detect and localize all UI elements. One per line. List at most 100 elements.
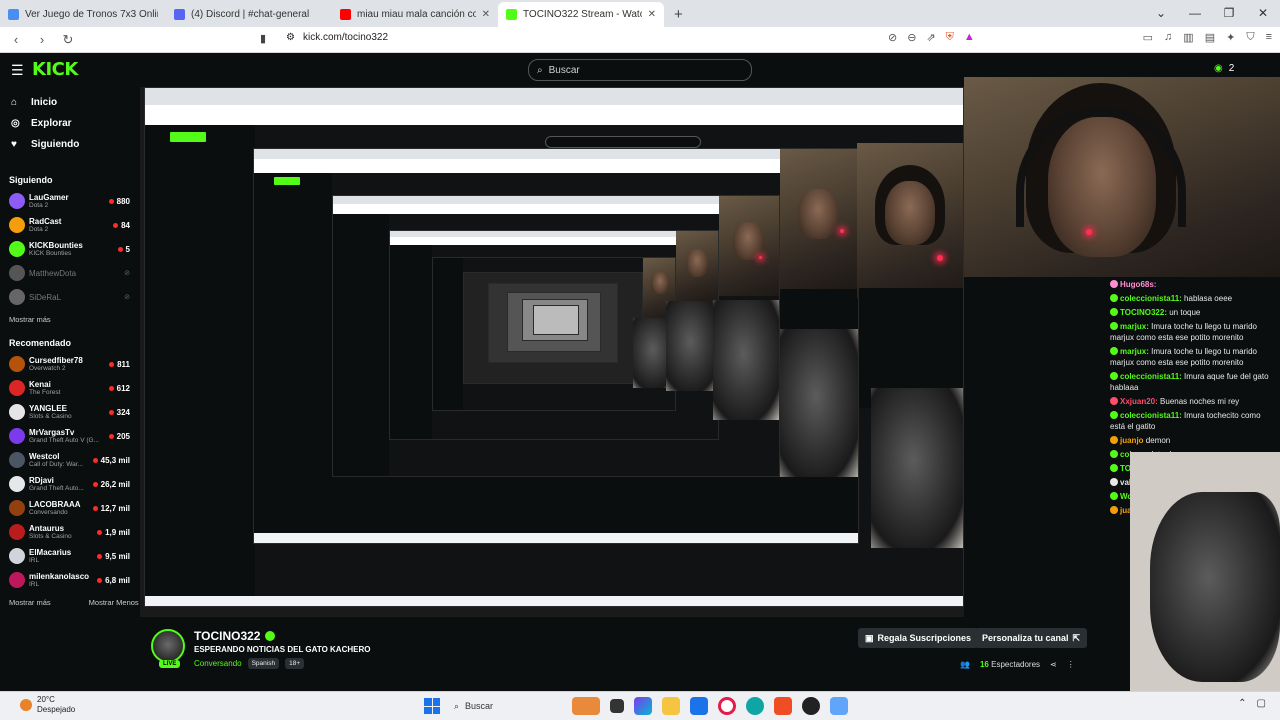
channel-name[interactable]: TOCINO322 bbox=[194, 629, 276, 643]
chat-username[interactable]: marjux: bbox=[1120, 347, 1149, 356]
nav-following[interactable]: ♥ Siguiendo bbox=[0, 134, 140, 155]
sidebar-channel[interactable]: MatthewDota ⊘ bbox=[0, 261, 140, 285]
menu-icon[interactable]: ≡ bbox=[1266, 31, 1272, 44]
browser-tab-2[interactable]: miau miau mala canción completa ✕ bbox=[332, 2, 498, 27]
extensions-icon[interactable]: ✦ bbox=[1226, 31, 1235, 44]
taskbar-search[interactable]: ⌕ Buscar bbox=[450, 696, 600, 716]
chat-username[interactable]: Hugo68s: bbox=[1120, 280, 1156, 289]
video-player[interactable] bbox=[140, 87, 964, 617]
channel-name: Westcol bbox=[29, 452, 60, 461]
weather-widget[interactable]: 20°C Despejado bbox=[20, 695, 75, 715]
channel-avatar bbox=[9, 500, 25, 516]
wallet-icon[interactable]: ▤ bbox=[1205, 31, 1215, 44]
obs-icon[interactable] bbox=[802, 697, 820, 715]
chat-username[interactable]: marjux: bbox=[1120, 322, 1149, 331]
opera-icon[interactable] bbox=[718, 697, 736, 715]
sidebar-channel[interactable]: LauGamer Dota 2 880 bbox=[0, 189, 140, 213]
browser-tab-0[interactable]: Ver Juego de Tronos 7x3 Online Gratis bbox=[0, 2, 166, 27]
following-show-more[interactable]: Mostrar más bbox=[0, 315, 140, 324]
show-less-link[interactable]: Mostrar Menos bbox=[89, 598, 139, 607]
chat-username[interactable]: Xxjuan20: bbox=[1120, 397, 1158, 406]
chat-badge-icon bbox=[1110, 436, 1118, 444]
stream-title: ESPERANDO NOTICIAS DEL GATO KACHERO bbox=[194, 645, 371, 654]
gift-subscriptions-button[interactable]: ▣ Regala Suscripciones bbox=[858, 628, 979, 648]
show-more-link[interactable]: Mostrar más bbox=[9, 315, 51, 324]
forward-icon[interactable]: › bbox=[32, 32, 52, 47]
viewers-number: 16 bbox=[979, 660, 989, 669]
back-icon[interactable]: ‹ bbox=[6, 32, 26, 47]
weather-text: Despejado bbox=[37, 705, 76, 714]
viewers-icon: 👥 bbox=[960, 660, 970, 669]
file-explorer-icon[interactable] bbox=[662, 697, 680, 715]
close-tab-icon[interactable]: ✕ bbox=[648, 9, 656, 20]
sidebar-channel[interactable]: RadCast Dota 2 84 bbox=[0, 213, 140, 237]
share-icon[interactable]: ⋖ bbox=[1050, 660, 1057, 669]
tray-app-icon[interactable]: ▢ bbox=[1257, 698, 1266, 709]
chat-username[interactable]: coleccionista11: bbox=[1120, 411, 1182, 420]
bookmark-icon[interactable]: ▮ bbox=[260, 32, 266, 45]
close-tab-icon[interactable]: ✕ bbox=[482, 9, 490, 20]
task-view-icon[interactable] bbox=[610, 699, 624, 713]
cast-icon[interactable]: ▭ bbox=[1143, 31, 1153, 44]
kick-logo[interactable]: KICK bbox=[32, 59, 78, 80]
sidebar-channel[interactable]: Antaurus Slots & Casino 1,9 mil bbox=[0, 520, 140, 544]
sidebar-channel[interactable]: MrVargasTv Grand Theft Auto V (G... 205 bbox=[0, 424, 140, 448]
sidebar-channel[interactable]: ElMacarius IRL 9,5 mil bbox=[0, 544, 140, 568]
address-bar[interactable]: ⚙ kick.com/tocino322 bbox=[286, 32, 388, 43]
show-more-link[interactable]: Mostrar más bbox=[9, 598, 51, 607]
channel-viewers: 205 bbox=[108, 432, 130, 441]
music-icon[interactable]: ♫ bbox=[1164, 31, 1172, 44]
camera-off-icon[interactable]: ⊘ bbox=[888, 31, 897, 44]
browser-tab-3[interactable]: TOCINO322 Stream - Watch Live ✕ bbox=[498, 2, 664, 27]
chat-username[interactable]: juanjo bbox=[1120, 436, 1144, 445]
sidebar-channel[interactable]: Cursedfiber78 Overwatch 2 811 bbox=[0, 352, 140, 376]
stream-tag[interactable]: 18+ bbox=[285, 658, 305, 669]
sidebar-channel[interactable]: LACOBRAAA Conversando 12,7 mil bbox=[0, 496, 140, 520]
browser-tab-1[interactable]: (4) Discord | #chat-general bbox=[166, 2, 332, 27]
edge-icon[interactable] bbox=[746, 697, 764, 715]
channel-avatar[interactable] bbox=[151, 629, 185, 663]
brave-rewards-icon[interactable]: ▲ bbox=[964, 31, 975, 44]
chat-username[interactable]: coleccionista11: bbox=[1120, 294, 1182, 303]
kick-points[interactable]: ◉ 2 bbox=[1214, 63, 1234, 74]
chat-username[interactable]: TOCINO322: bbox=[1120, 308, 1167, 317]
brave-shield-icon[interactable]: ⛨ bbox=[946, 31, 954, 44]
chat-username[interactable]: coleccionista11: bbox=[1120, 372, 1182, 381]
more-options-icon[interactable]: ⋮ bbox=[1067, 660, 1075, 669]
reload-icon[interactable]: ↻ bbox=[58, 32, 78, 48]
live-dot-icon bbox=[92, 457, 98, 463]
stream-tag[interactable]: Spanish bbox=[247, 658, 280, 669]
sidebar-channel[interactable]: Westcol Call of Duty: War... 45,3 mil bbox=[0, 448, 140, 472]
copilot-icon[interactable] bbox=[634, 697, 652, 715]
windows-start-icon[interactable] bbox=[424, 698, 440, 714]
sidebar-channel[interactable]: YANGLEE Slots & Casino 324 bbox=[0, 400, 140, 424]
live-dot-icon bbox=[97, 553, 103, 559]
site-info-icon[interactable]: ⚙ bbox=[286, 32, 295, 43]
customize-channel-button[interactable]: Personaliza tu canal ⇱ bbox=[975, 628, 1088, 648]
nav-home[interactable]: ⌂ Inicio bbox=[0, 92, 140, 113]
minimize-icon[interactable]: — bbox=[1178, 0, 1212, 27]
search-input[interactable]: ⌕ Buscar bbox=[528, 59, 752, 81]
sidebar-channel[interactable]: KICKBounties KICK Bounties 5 bbox=[0, 237, 140, 261]
tab-title: TOCINO322 Stream - Watch Live bbox=[523, 9, 642, 20]
share-icon[interactable]: ⇗ bbox=[926, 31, 935, 44]
new-tab-button[interactable]: + bbox=[664, 6, 693, 27]
store-icon[interactable] bbox=[690, 697, 708, 715]
chevron-up-icon[interactable]: ⌃ bbox=[1238, 698, 1246, 709]
settings-icon[interactable] bbox=[830, 697, 848, 715]
close-window-icon[interactable]: ✕ bbox=[1246, 0, 1280, 27]
hamburger-menu-icon[interactable]: ☰ bbox=[11, 62, 24, 79]
maximize-icon[interactable]: ❐ bbox=[1212, 0, 1246, 27]
chevron-down-icon[interactable]: ⌄ bbox=[1144, 0, 1178, 27]
stream-category[interactable]: Conversando bbox=[194, 659, 242, 668]
verified-icon bbox=[265, 631, 276, 641]
nav-explore[interactable]: ◎ Explorar bbox=[0, 113, 140, 134]
sidebar-channel[interactable]: milenkanolasco IRL 6,8 mil bbox=[0, 568, 140, 592]
zoom-icon[interactable]: ⊖ bbox=[907, 31, 916, 44]
sidebar-channel[interactable]: RDjavi Grand Theft Auto... 26,2 mil bbox=[0, 472, 140, 496]
sidebar-icon[interactable]: ▥ bbox=[1183, 31, 1193, 44]
brave-icon[interactable] bbox=[774, 697, 792, 715]
sidebar-channel[interactable]: SiDeRaL ⊘ bbox=[0, 285, 140, 309]
vpn-icon[interactable]: ⛉ bbox=[1246, 31, 1254, 44]
sidebar-channel[interactable]: Kenai The Forest 612 bbox=[0, 376, 140, 400]
